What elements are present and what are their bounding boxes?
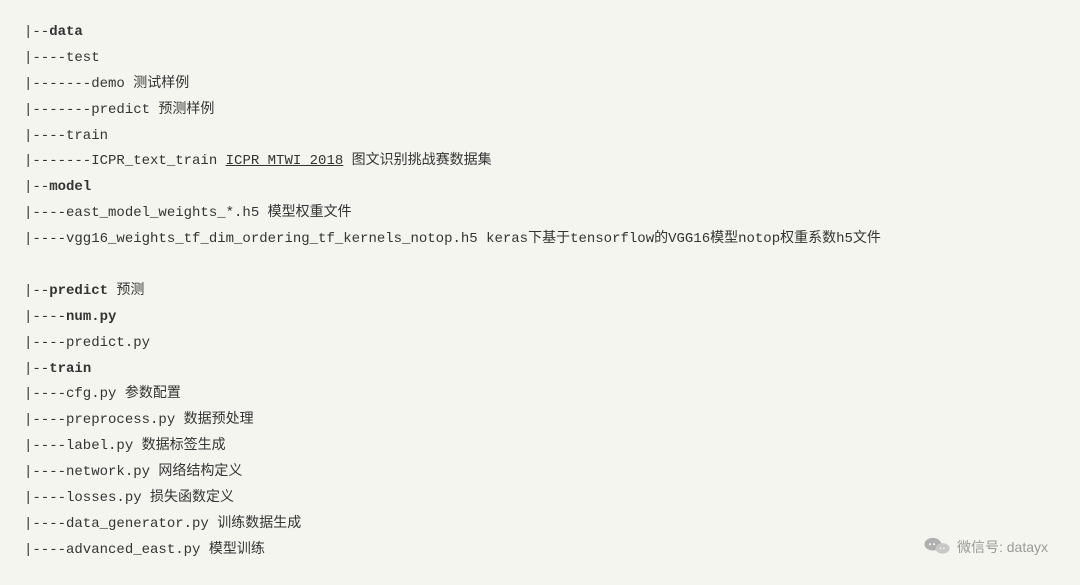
code-line: |----advanced_east.py 模型训练 (24, 538, 1056, 564)
bold-keyword: num.py (66, 309, 116, 325)
watermark-text: 微信号: datayx (957, 537, 1048, 557)
code-line: |----cfg.py 参数配置 (24, 382, 1056, 408)
code-line: |----losses.py 损失函数定义 (24, 486, 1056, 512)
code-line: |----num.py (24, 305, 1056, 331)
code-line: |----east_model_weights_*.h5 模型权重文件 (24, 201, 1056, 227)
code-line: |--train (24, 357, 1056, 383)
code-line: |----network.py 网络结构定义 (24, 460, 1056, 486)
bold-keyword: train (49, 361, 91, 377)
code-line: |----label.py 数据标签生成 (24, 434, 1056, 460)
code-line: |----preprocess.py 数据预处理 (24, 408, 1056, 434)
main-content: |--data|----test|-------demo 测试样例|------… (24, 20, 1056, 564)
code-line: |-------predict 预测样例 (24, 98, 1056, 124)
bold-keyword: model (49, 179, 91, 195)
code-line: |----data_generator.py 训练数据生成 (24, 512, 1056, 538)
code-line: |----train (24, 124, 1056, 150)
code-line: |--predict 预测 (24, 279, 1056, 305)
bold-keyword: predict (49, 283, 108, 299)
underline-text: ICPR_MTWI_2018 (226, 153, 344, 169)
code-line: |-------ICPR_text_train ICPR_MTWI_2018 图… (24, 149, 1056, 175)
bold-keyword: data (49, 24, 83, 40)
code-line: |----test (24, 46, 1056, 72)
code-line: |----vgg16_weights_tf_dim_ordering_tf_ke… (24, 227, 1056, 253)
code-line (24, 253, 1056, 279)
wechat-icon (923, 533, 951, 561)
code-line: |----predict.py (24, 331, 1056, 357)
watermark: 微信号: datayx (923, 533, 1048, 561)
code-line: |--model (24, 175, 1056, 201)
code-line: |--data (24, 20, 1056, 46)
code-line: |-------demo 测试样例 (24, 72, 1056, 98)
